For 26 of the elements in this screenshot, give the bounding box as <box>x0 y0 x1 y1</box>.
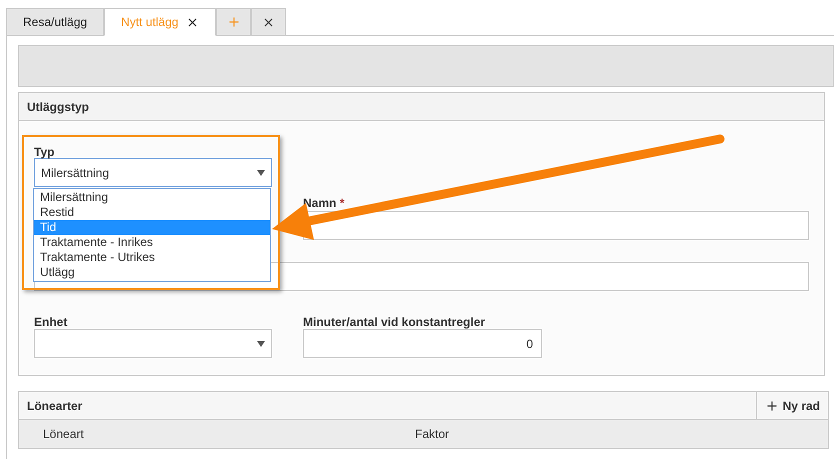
new-row-button[interactable]: Ny rad <box>756 392 828 419</box>
caret-icon <box>257 170 265 176</box>
dropdown-option[interactable]: Traktamente - Utrikes <box>34 250 270 265</box>
close-icon[interactable] <box>186 16 200 28</box>
field-label: Minuter/antal vid konstantregler <box>303 314 486 329</box>
column-header: Löneart <box>43 427 84 441</box>
panel-title: Utläggstyp <box>27 98 90 116</box>
column-header: Faktor <box>415 427 450 441</box>
dropdown-option[interactable]: Traktamente - Inrikes <box>34 235 270 250</box>
dropdown-option[interactable]: Restid <box>34 205 270 220</box>
plus-icon <box>226 15 241 29</box>
panel-title: Lönearter <box>26 398 84 414</box>
close-icon <box>262 16 276 28</box>
plus-icon <box>764 398 779 412</box>
tab[interactable]: Resa/utlägg <box>6 8 104 36</box>
number-input[interactable]: 0 <box>303 329 542 358</box>
name-input[interactable] <box>303 211 809 240</box>
field-label: Namn * <box>303 195 346 211</box>
type-select[interactable]: Milersättning <box>34 158 272 187</box>
field-label: Typ <box>34 144 56 158</box>
unit-select[interactable] <box>34 329 272 358</box>
caret-icon <box>257 340 265 346</box>
dropdown-option[interactable]: Utlägg <box>34 265 270 280</box>
field-label: Enhet <box>34 314 68 329</box>
close-all-button[interactable] <box>251 8 286 36</box>
dropdown-option[interactable]: Milersättning <box>34 190 270 205</box>
